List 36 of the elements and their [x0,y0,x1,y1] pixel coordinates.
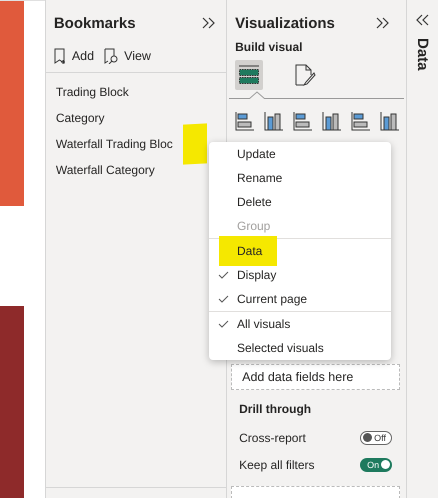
bookmark-item[interactable]: Category [56,111,105,125]
chart-type-icon[interactable] [322,111,342,131]
pane-title: Visualizations [235,14,335,32]
pane-title: Data [414,38,432,71]
collapse-icon[interactable] [202,17,216,29]
toggle-label: Keep all filters [239,458,314,472]
collapse-icon[interactable] [376,17,390,29]
chart-type-icon[interactable] [380,111,400,131]
bookmark-item[interactable]: Waterfall Category [56,163,155,177]
chart-type-icon[interactable] [264,111,284,131]
menu-item[interactable]: Display [237,268,276,282]
expand-icon[interactable] [416,14,430,26]
chart-type-icon[interactable] [293,111,314,131]
menu-item[interactable]: Selected visuals [237,341,324,355]
section-title: Drill through [238,402,312,416]
menu-item[interactable]: Data [237,244,262,258]
chart-type-icon[interactable] [235,111,256,131]
toolbar-button[interactable]: Add [54,48,94,64]
toggle-switch[interactable]: Off [360,430,392,444]
build-visual-tab[interactable] [235,60,264,90]
menu-item[interactable]: Update [237,147,276,161]
pane-title: Bookmarks [54,14,136,32]
toolbar-button[interactable]: View [104,48,151,64]
menu-item[interactable]: All visuals [237,317,290,331]
menu-item[interactable]: Delete [237,195,272,209]
section-title: Build visual [235,40,304,54]
bookmark-item[interactable]: Trading Block [56,85,129,99]
drop-field[interactable]: Add data fields here [231,364,400,390]
bookmark-add-icon [54,48,68,64]
menu-item[interactable]: Current page [237,292,308,306]
bookmark-item[interactable]: Waterfall Trading Bloc [56,137,173,151]
toggle-switch[interactable]: On [360,458,392,472]
chart-type-icon[interactable] [351,111,372,131]
menu-item[interactable]: Rename [237,171,282,185]
bookmark-view-icon [104,48,120,64]
toggle-label: Cross-report [239,430,306,444]
